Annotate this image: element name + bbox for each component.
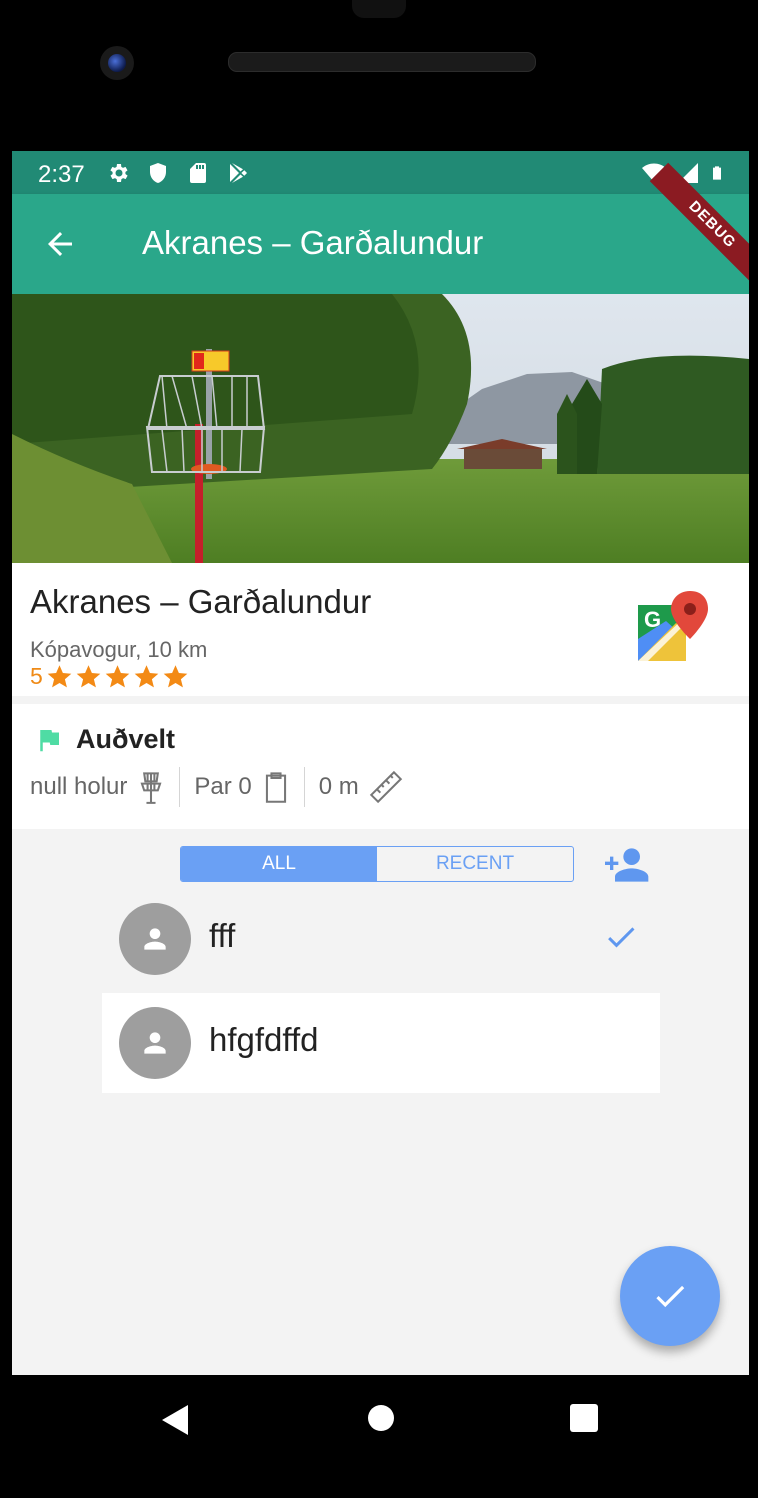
course-name: Akranes – Garðalundur — [30, 583, 372, 620]
person-icon — [144, 1032, 166, 1054]
course-stats: null holur Par 0 0 m — [30, 766, 403, 808]
status-left-icons — [106, 161, 250, 185]
player-name: fff — [209, 917, 236, 954]
rating-stars — [45, 663, 190, 690]
selected-check-icon — [600, 919, 642, 955]
player-item[interactable]: hfgfdffd — [102, 993, 660, 1093]
distance-label: 0 m — [318, 773, 359, 800]
back-button[interactable] — [42, 226, 82, 266]
player-name: hfgfdffd — [209, 1021, 319, 1058]
par-stat: Par 0 — [194, 770, 289, 804]
google-maps-button[interactable]: G — [636, 591, 710, 665]
course-rating: 5 — [30, 663, 190, 690]
clipboard-icon — [265, 772, 286, 803]
player-item[interactable]: fff — [102, 889, 660, 989]
person-icon — [144, 928, 166, 950]
distance-stat: 0 m — [319, 770, 403, 804]
rating-value: 5 — [30, 663, 43, 689]
star-icon — [47, 665, 72, 688]
confirm-fab[interactable] — [620, 1246, 720, 1346]
difficulty-label: Auðvelt — [76, 724, 176, 754]
checkmark-icon — [608, 927, 635, 948]
nav-home-button[interactable] — [368, 1405, 394, 1431]
phone-notch — [352, 0, 406, 18]
holes-stat: null holur — [30, 770, 165, 804]
earpiece-speaker — [228, 52, 536, 72]
status-bar: 2:37 — [12, 151, 749, 194]
course-photo — [12, 294, 749, 563]
add-player-button[interactable] — [600, 845, 650, 885]
player-filter-tabs: ALL RECENT — [180, 846, 574, 882]
star-icon — [105, 665, 130, 688]
google-maps-icon: G — [638, 591, 708, 661]
front-camera — [100, 46, 134, 80]
phone-bezel-top — [0, 0, 758, 151]
check-icon — [656, 1285, 685, 1308]
person-add-icon — [605, 848, 649, 882]
tab-all[interactable]: ALL — [181, 847, 377, 881]
star-icon — [163, 665, 188, 688]
stat-divider — [303, 767, 305, 807]
flag-icon — [40, 729, 59, 751]
nav-back-button[interactable] — [162, 1405, 188, 1435]
stat-divider — [179, 767, 181, 807]
ruler-icon — [369, 770, 402, 804]
holes-label: null holur — [30, 773, 128, 800]
arrow-back-icon — [48, 232, 72, 256]
page-title: Akranes – Garðalundur — [142, 224, 484, 261]
avatar — [119, 1007, 191, 1079]
disc-golf-basket-icon — [140, 772, 162, 804]
difficulty-row: Auðvelt — [34, 724, 175, 755]
settings-icon — [110, 164, 128, 182]
nav-recents-button[interactable] — [570, 1404, 598, 1432]
star-icon — [134, 665, 159, 688]
status-time: 2:37 — [38, 161, 85, 188]
app-screen: 2:37 Akranes – Garðalundur DEBUG Akranes… — [12, 151, 749, 1375]
course-location: Kópavogur, 10 km — [30, 637, 208, 662]
app-bar: Akranes – Garðalundur DEBUG — [12, 162, 749, 294]
course-info-card: Akranes – Garðalundur Kópavogur, 10 km 5… — [12, 563, 749, 696]
sd-card-icon — [190, 163, 206, 183]
play-store-icon — [230, 163, 247, 183]
course-details-card: Auðvelt null holur Par 0 0 m — [12, 704, 749, 829]
battery-icon — [713, 166, 721, 180]
tab-recent[interactable]: RECENT — [377, 847, 573, 881]
system-nav-bar — [0, 1375, 758, 1498]
par-label: Par 0 — [194, 773, 252, 800]
shield-icon — [150, 163, 166, 183]
svg-text:G: G — [644, 607, 661, 632]
course-photo-illustration — [12, 294, 749, 563]
avatar — [119, 903, 191, 975]
star-icon — [76, 665, 101, 688]
